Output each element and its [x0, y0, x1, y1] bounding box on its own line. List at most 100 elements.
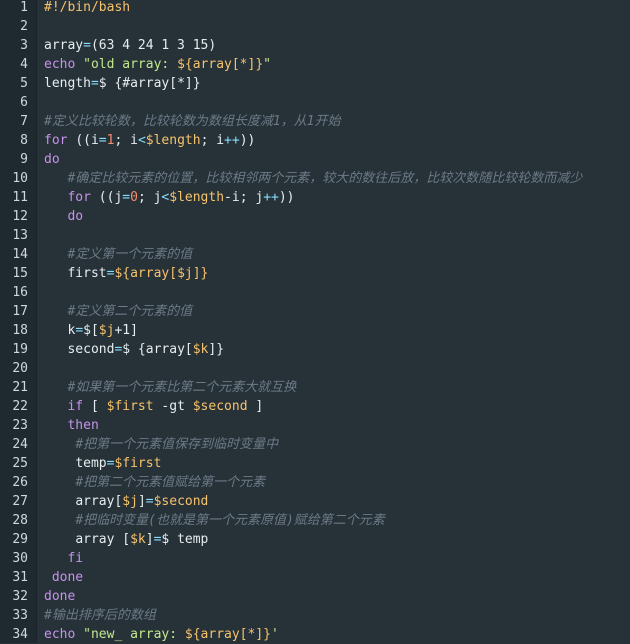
code-text: #把临时变量(也就是第一个元素原值)赋给第二个元素 — [44, 511, 385, 530]
code-token: ]} — [208, 342, 225, 357]
code-token: done — [51, 570, 84, 585]
code-line[interactable]: 15 first=${array[$j]} — [0, 264, 630, 283]
code-editor[interactable]: 1 #!/bin/bash 2 3 array=(63 4 24 1 3 15) 4 ech… — [0, 0, 630, 643]
line-number: 33 — [12, 608, 28, 623]
code-token: echo — [44, 627, 84, 642]
code-line[interactable]: 14 #定义第一个元素的值 — [0, 245, 630, 264]
code-line[interactable]: 33 #输出排序后的数组 — [0, 606, 630, 625]
code-token: ${array[*]} — [177, 57, 264, 72]
code-token: )) — [278, 190, 295, 205]
code-token: #把临时变量(也就是第一个元素原值)赋给第二个元素 — [75, 513, 385, 528]
code-token: $k — [192, 342, 209, 357]
line-number: 14 — [12, 247, 28, 262]
code-line[interactable]: 7 #定义比较轮数，比较轮数为数组长度减1，从1开始 — [0, 112, 630, 131]
line-number: 27 — [12, 494, 28, 509]
code-line[interactable]: 8 for ((i=1; i<$length; i++)) — [0, 131, 630, 150]
code-line[interactable]: 29 array [$k]=$ temp — [0, 530, 630, 549]
code-line[interactable]: 5 length=$ {#array[*]} — [0, 74, 630, 93]
code-line[interactable]: 21 #如果第一个元素比第二个元素大就互换 — [0, 378, 630, 397]
code-text: echo "new_ array: ${array[*]}' — [44, 625, 279, 644]
code-text: #!/bin/bash — [44, 0, 130, 17]
code-line[interactable]: 27 array[$j]=$second — [0, 492, 630, 511]
code-line[interactable]: 6 — [0, 93, 630, 112]
code-token: first — [67, 266, 107, 281]
code-token: = — [98, 133, 107, 148]
code-line[interactable]: 32 done — [0, 587, 630, 606]
line-number: 29 — [12, 532, 28, 547]
code-text: then — [44, 416, 99, 435]
line-number: 24 — [12, 437, 28, 452]
code-token: ; i — [200, 133, 225, 148]
code-token: ${array[*]} — [184, 627, 271, 642]
code-token: second — [67, 342, 115, 357]
code-line[interactable]: 19 second=$ {array[$k]} — [0, 340, 630, 359]
code-token: $ {#array[*]} — [98, 76, 201, 91]
code-line[interactable]: 2 — [0, 17, 630, 36]
line-number: 34 — [12, 627, 28, 642]
code-text: fi — [44, 549, 83, 568]
code-text: first=${array[$j]} — [44, 264, 208, 283]
line-number: 3 — [20, 38, 28, 53]
code-token: = — [83, 38, 91, 53]
code-line[interactable]: 30 fi — [0, 549, 630, 568]
line-number: 26 — [12, 475, 28, 490]
code-token: < — [137, 133, 146, 148]
line-number: 19 — [12, 342, 28, 357]
code-token: $k — [130, 532, 146, 547]
code-line[interactable]: 23 then — [0, 416, 630, 435]
code-text: array=(63 4 24 1 3 15) — [44, 36, 216, 55]
code-line[interactable]: 34 echo "new_ array: ${array[*]}' — [0, 625, 630, 644]
code-token: fi — [67, 551, 84, 566]
code-line[interactable]: 4 echo "old array: ${array[*]}" — [0, 55, 630, 74]
code-text: do — [44, 207, 83, 226]
code-line[interactable]: 3 array=(63 4 24 1 3 15) — [0, 36, 630, 55]
code-text: do — [44, 150, 60, 169]
code-text: k=$[$j+1] — [44, 321, 137, 340]
code-line[interactable]: 25 temp=$first — [0, 454, 630, 473]
code-line[interactable]: 22 if [ $first -gt $second ] — [0, 397, 630, 416]
code-token: " — [263, 57, 271, 72]
code-line[interactable]: 16 — [0, 283, 630, 302]
code-text: echo "old array: ${array[*]}" — [44, 55, 271, 74]
code-line[interactable]: 31 done — [0, 568, 630, 587]
line-number: 6 — [20, 95, 28, 110]
code-line[interactable]: 12 do — [0, 207, 630, 226]
line-number: 10 — [12, 171, 28, 186]
code-line[interactable]: 26 #把第二个元素值赋给第一个元素 — [0, 473, 630, 492]
code-token: -i; j — [224, 190, 264, 205]
line-number: 20 — [12, 361, 28, 376]
code-token: #确定比较元素的位置，比较相邻两个元素，较大的数往后放，比较次数随比较轮数而减少 — [67, 171, 583, 186]
code-token: #定义第二个元素的值 — [67, 304, 193, 319]
code-token: then — [67, 418, 99, 433]
code-line[interactable]: 28 #把临时变量(也就是第一个元素原值)赋给第二个元素 — [0, 511, 630, 530]
code-line[interactable]: 10 #确定比较元素的位置，比较相邻两个元素，较大的数往后放，比较次数随比较轮数… — [0, 169, 630, 188]
line-number: 28 — [12, 513, 28, 528]
code-token: )) — [239, 133, 256, 148]
code-token: = — [75, 323, 84, 338]
code-line[interactable]: 18 k=$[$j+1] — [0, 321, 630, 340]
code-line[interactable]: 9 do — [0, 150, 630, 169]
code-line[interactable]: 20 — [0, 359, 630, 378]
code-text: array [$k]=$ temp — [44, 530, 208, 549]
code-line[interactable]: 11 for ((j=0; j<$length-i; j++)) — [0, 188, 630, 207]
code-line[interactable]: 13 — [0, 226, 630, 245]
line-number: 13 — [12, 228, 28, 243]
code-line[interactable]: 17 #定义第二个元素的值 — [0, 302, 630, 321]
code-token: $ {array[ — [122, 342, 193, 357]
line-number: 21 — [12, 380, 28, 395]
code-line[interactable]: 1 #!/bin/bash — [0, 0, 630, 17]
code-line[interactable]: 24 #把第一个元素值保存到临时变量中 — [0, 435, 630, 454]
code-token: $j — [98, 323, 115, 338]
